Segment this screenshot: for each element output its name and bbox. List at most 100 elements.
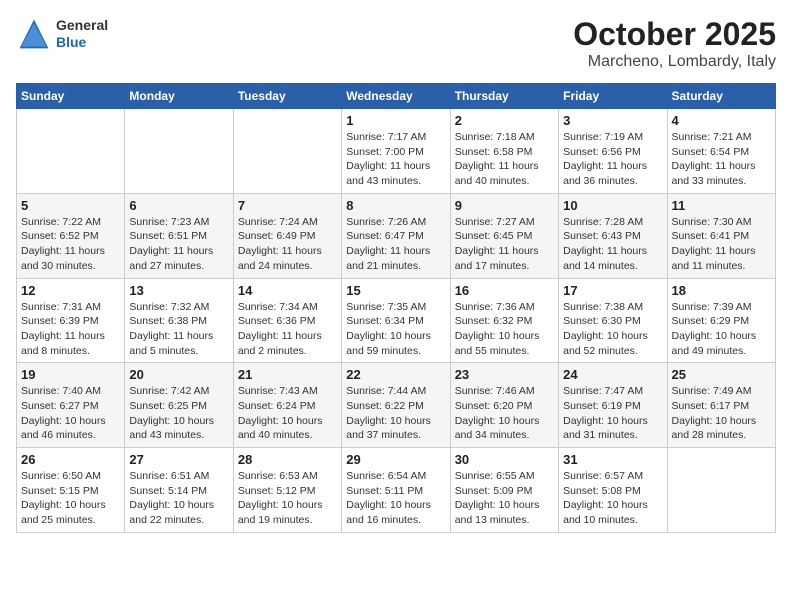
day-number: 19 [21, 367, 120, 382]
calendar-cell: 10 Sunrise: 7:28 AM Sunset: 6:43 PM Dayli… [559, 193, 667, 278]
calendar-cell: 18 Sunrise: 7:39 AM Sunset: 6:29 PM Dayli… [667, 278, 775, 363]
weekday-header: Wednesday [342, 84, 450, 109]
calendar-cell [125, 109, 233, 194]
calendar-cell: 22 Sunrise: 7:44 AM Sunset: 6:22 PM Dayli… [342, 363, 450, 448]
day-info: Sunrise: 7:32 AM Sunset: 6:38 PM Dayligh… [129, 300, 228, 359]
calendar-cell: 28Sunrise: 6:53 AM Sunset: 5:12 PM Dayli… [233, 448, 341, 533]
day-info: Sunrise: 6:57 AM Sunset: 5:08 PM Dayligh… [563, 469, 662, 528]
day-info: Sunrise: 6:55 AM Sunset: 5:09 PM Dayligh… [455, 469, 554, 528]
calendar-table: SundayMondayTuesdayWednesdayThursdayFrid… [16, 83, 776, 533]
day-info: Sunrise: 7:31 AM Sunset: 6:39 PM Dayligh… [21, 300, 120, 359]
day-info: Sunrise: 7:19 AM Sunset: 6:56 PM Dayligh… [563, 130, 662, 189]
day-number: 8 [346, 198, 445, 213]
calendar-cell: 19 Sunrise: 7:40 AM Sunset: 6:27 PM Dayli… [17, 363, 125, 448]
day-number: 24 [563, 367, 662, 382]
weekday-header: Friday [559, 84, 667, 109]
calendar-cell: 16 Sunrise: 7:36 AM Sunset: 6:32 PM Dayli… [450, 278, 558, 363]
day-number: 25 [672, 367, 771, 382]
calendar-week-row: 12 Sunrise: 7:31 AM Sunset: 6:39 PM Dayli… [17, 278, 776, 363]
title-block: October 2025 Marcheno, Lombardy, Italy [573, 16, 776, 71]
day-info: Sunrise: 7:42 AM Sunset: 6:25 PM Dayligh… [129, 384, 228, 443]
calendar-cell [667, 448, 775, 533]
day-number: 12 [21, 283, 120, 298]
calendar-cell: 1 Sunrise: 7:17 AM Sunset: 7:00 PM Daylig… [342, 109, 450, 194]
calendar-cell: 31Sunrise: 6:57 AM Sunset: 5:08 PM Dayli… [559, 448, 667, 533]
logo-general-text: General [56, 17, 108, 34]
calendar-cell: 3Sunrise: 7:19 AM Sunset: 6:56 PM Daylig… [559, 109, 667, 194]
day-number: 15 [346, 283, 445, 298]
day-number: 22 [346, 367, 445, 382]
calendar-cell: 25Sunrise: 7:49 AM Sunset: 6:17 PM Dayli… [667, 363, 775, 448]
calendar-week-row: 19 Sunrise: 7:40 AM Sunset: 6:27 PM Dayli… [17, 363, 776, 448]
day-info: Sunrise: 7:34 AM Sunset: 6:36 PM Dayligh… [238, 300, 337, 359]
day-number: 13 [129, 283, 228, 298]
calendar-cell: 4 Sunrise: 7:21 AM Sunset: 6:54 PM Daylig… [667, 109, 775, 194]
day-number: 4 [672, 113, 771, 128]
weekday-header: Saturday [667, 84, 775, 109]
calendar-cell: 12 Sunrise: 7:31 AM Sunset: 6:39 PM Dayli… [17, 278, 125, 363]
calendar-cell: 20 Sunrise: 7:42 AM Sunset: 6:25 PM Dayli… [125, 363, 233, 448]
day-info: Sunrise: 7:44 AM Sunset: 6:22 PM Dayligh… [346, 384, 445, 443]
day-info: Sunrise: 7:36 AM Sunset: 6:32 PM Dayligh… [455, 300, 554, 359]
weekday-header: Monday [125, 84, 233, 109]
day-info: Sunrise: 7:28 AM Sunset: 6:43 PM Dayligh… [563, 215, 662, 274]
calendar-cell [233, 109, 341, 194]
day-info: Sunrise: 7:38 AM Sunset: 6:30 PM Dayligh… [563, 300, 662, 359]
day-number: 11 [672, 198, 771, 213]
day-info: Sunrise: 7:40 AM Sunset: 6:27 PM Dayligh… [21, 384, 120, 443]
weekday-header: Sunday [17, 84, 125, 109]
page-header: General Blue October 2025 Marcheno, Lomb… [16, 16, 776, 71]
day-number: 2 [455, 113, 554, 128]
day-info: Sunrise: 7:22 AM Sunset: 6:52 PM Dayligh… [21, 215, 120, 274]
day-number: 6 [129, 198, 228, 213]
day-info: Sunrise: 7:47 AM Sunset: 6:19 PM Dayligh… [563, 384, 662, 443]
calendar-cell: 21Sunrise: 7:43 AM Sunset: 6:24 PM Dayli… [233, 363, 341, 448]
day-number: 21 [238, 367, 337, 382]
calendar-cell: 5 Sunrise: 7:22 AM Sunset: 6:52 PM Daylig… [17, 193, 125, 278]
day-info: Sunrise: 7:21 AM Sunset: 6:54 PM Dayligh… [672, 130, 771, 189]
calendar-cell: 17 Sunrise: 7:38 AM Sunset: 6:30 PM Dayli… [559, 278, 667, 363]
calendar-cell: 11 Sunrise: 7:30 AM Sunset: 6:41 PM Dayli… [667, 193, 775, 278]
calendar-cell: 26Sunrise: 6:50 AM Sunset: 5:15 PM Dayli… [17, 448, 125, 533]
day-number: 23 [455, 367, 554, 382]
calendar-cell: 15Sunrise: 7:35 AM Sunset: 6:34 PM Dayli… [342, 278, 450, 363]
day-number: 1 [346, 113, 445, 128]
calendar-cell [17, 109, 125, 194]
day-number: 14 [238, 283, 337, 298]
day-number: 16 [455, 283, 554, 298]
day-number: 27 [129, 452, 228, 467]
month-title: October 2025 [573, 16, 776, 53]
calendar-cell: 23 Sunrise: 7:46 AM Sunset: 6:20 PM Dayli… [450, 363, 558, 448]
weekday-header: Thursday [450, 84, 558, 109]
day-number: 20 [129, 367, 228, 382]
day-info: Sunrise: 7:24 AM Sunset: 6:49 PM Dayligh… [238, 215, 337, 274]
logo: General Blue [16, 16, 108, 52]
day-number: 30 [455, 452, 554, 467]
day-number: 7 [238, 198, 337, 213]
day-info: Sunrise: 7:46 AM Sunset: 6:20 PM Dayligh… [455, 384, 554, 443]
location: Marcheno, Lombardy, Italy [573, 53, 776, 71]
day-info: Sunrise: 6:54 AM Sunset: 5:11 PM Dayligh… [346, 469, 445, 528]
day-number: 29 [346, 452, 445, 467]
calendar-cell: 27 Sunrise: 6:51 AM Sunset: 5:14 PM Dayli… [125, 448, 233, 533]
calendar-cell: 30 Sunrise: 6:55 AM Sunset: 5:09 PM Dayli… [450, 448, 558, 533]
day-info: Sunrise: 6:51 AM Sunset: 5:14 PM Dayligh… [129, 469, 228, 528]
day-info: Sunrise: 6:53 AM Sunset: 5:12 PM Dayligh… [238, 469, 337, 528]
day-number: 9 [455, 198, 554, 213]
day-number: 5 [21, 198, 120, 213]
day-info: Sunrise: 7:23 AM Sunset: 6:51 PM Dayligh… [129, 215, 228, 274]
day-info: Sunrise: 7:39 AM Sunset: 6:29 PM Dayligh… [672, 300, 771, 359]
day-number: 10 [563, 198, 662, 213]
day-info: Sunrise: 7:17 AM Sunset: 7:00 PM Dayligh… [346, 130, 445, 189]
calendar-cell: 6 Sunrise: 7:23 AM Sunset: 6:51 PM Daylig… [125, 193, 233, 278]
weekday-header: Tuesday [233, 84, 341, 109]
day-info: Sunrise: 7:30 AM Sunset: 6:41 PM Dayligh… [672, 215, 771, 274]
day-number: 18 [672, 283, 771, 298]
calendar-cell: 29 Sunrise: 6:54 AM Sunset: 5:11 PM Dayli… [342, 448, 450, 533]
calendar-cell: 7 Sunrise: 7:24 AM Sunset: 6:49 PM Daylig… [233, 193, 341, 278]
calendar-cell: 14 Sunrise: 7:34 AM Sunset: 6:36 PM Dayli… [233, 278, 341, 363]
calendar-cell: 13 Sunrise: 7:32 AM Sunset: 6:38 PM Dayli… [125, 278, 233, 363]
day-number: 17 [563, 283, 662, 298]
calendar-cell: 24 Sunrise: 7:47 AM Sunset: 6:19 PM Dayli… [559, 363, 667, 448]
day-number: 26 [21, 452, 120, 467]
